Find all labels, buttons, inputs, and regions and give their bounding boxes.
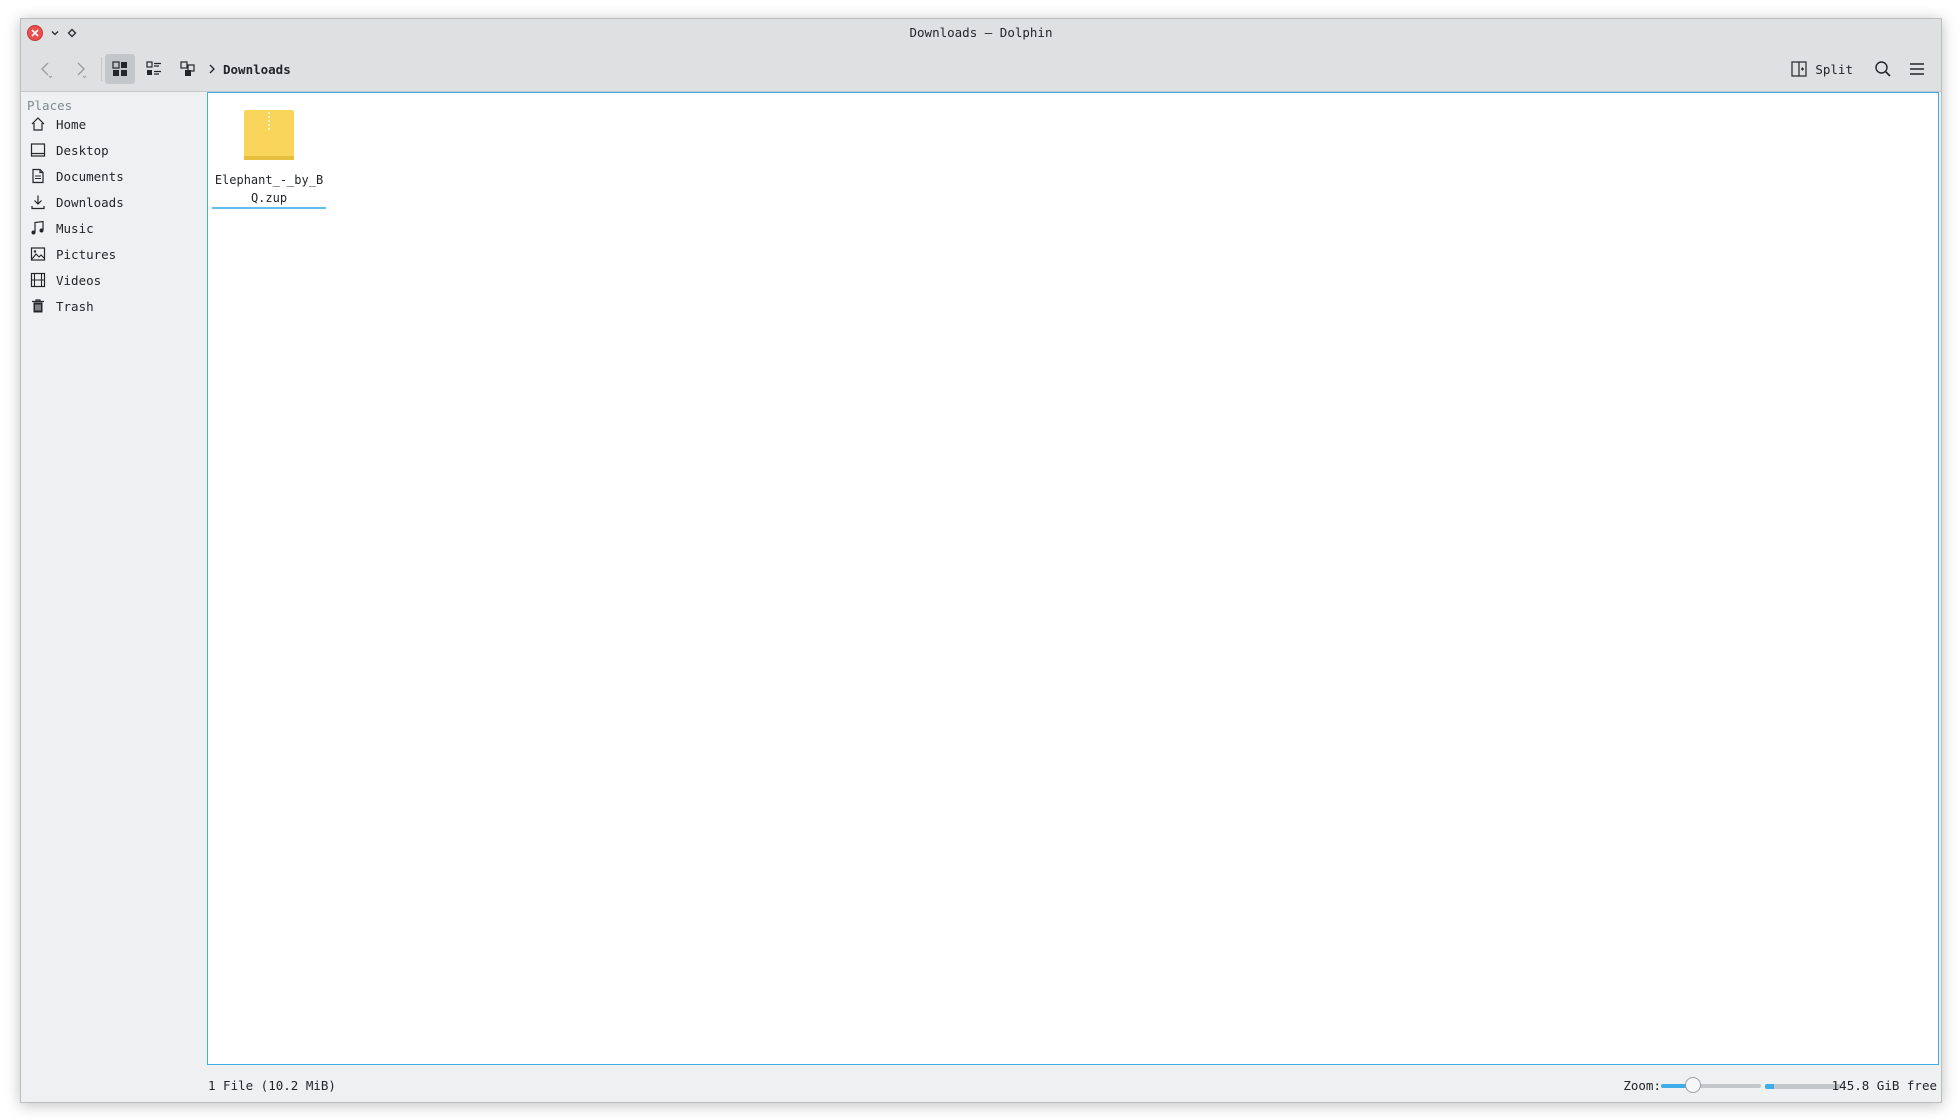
- sidebar-item-label: Pictures: [56, 246, 117, 262]
- back-button[interactable]: [31, 54, 61, 84]
- sidebar-item-documents[interactable]: Documents: [21, 164, 206, 188]
- sidebar-item-label: Documents: [56, 168, 124, 184]
- chevron-right-icon: [209, 64, 215, 74]
- search-icon: [1875, 61, 1891, 77]
- compact-view-button[interactable]: [139, 54, 169, 84]
- focus-underline: [212, 207, 326, 209]
- places-panel: Places Home Desktop Documents Downloads …: [21, 92, 206, 1069]
- toolbar: Downloads Split: [21, 47, 1941, 92]
- home-icon: [29, 115, 47, 133]
- details-view-button[interactable]: [173, 54, 203, 84]
- sidebar-item-trash[interactable]: Trash: [21, 294, 206, 318]
- split-view-icon: [1791, 61, 1807, 77]
- zoom-label: Zoom:: [1623, 1078, 1661, 1093]
- breadcrumb[interactable]: Downloads: [207, 54, 291, 84]
- archive-icon: [244, 110, 294, 160]
- icons-view-button[interactable]: [105, 54, 135, 84]
- sidebar-item-pictures[interactable]: Pictures: [21, 242, 206, 266]
- sidebar-item-label: Home: [56, 116, 87, 132]
- window-title: Downloads — Dolphin: [909, 25, 1053, 40]
- sidebar-item-desktop[interactable]: Desktop: [21, 138, 206, 162]
- used-space-fill: [1765, 1084, 1775, 1089]
- sidebar-item-music[interactable]: Music: [21, 216, 206, 240]
- sidebar-item-label: Downloads: [56, 194, 124, 210]
- places-heading: Places: [27, 98, 73, 113]
- sidebar-item-label: Music: [56, 220, 94, 236]
- details-view-icon: [180, 61, 195, 76]
- documents-icon: [29, 167, 47, 185]
- zoom-slider[interactable]: [1661, 1077, 1761, 1095]
- status-summary: 1 File (10.2 MiB): [208, 1078, 336, 1093]
- free-space-bar: [1765, 1084, 1841, 1089]
- file-view[interactable]: Elephant_-_by_BQ.zup: [207, 92, 1939, 1065]
- split-button[interactable]: Split: [1785, 54, 1859, 84]
- sidebar-item-downloads[interactable]: Downloads: [21, 190, 206, 214]
- dolphin-window: Downloads — Dolphin Downloads Split Plac…: [20, 18, 1942, 1103]
- icons-view-icon: [112, 61, 127, 76]
- compact-view-icon: [146, 61, 161, 75]
- back-arrow-icon: [41, 62, 53, 78]
- toolbar-separator: [101, 57, 102, 81]
- music-icon: [29, 219, 47, 237]
- search-button[interactable]: [1868, 54, 1898, 84]
- sidebar-item-label: Desktop: [56, 142, 109, 158]
- hamburger-menu-icon: [1910, 63, 1924, 75]
- trash-icon: [29, 297, 47, 315]
- forward-button[interactable]: [65, 54, 95, 84]
- title-bar: Downloads — Dolphin: [21, 19, 1941, 47]
- sidebar-item-label: Trash: [56, 298, 94, 314]
- desktop-icon: [29, 141, 47, 159]
- forward-arrow-icon: [77, 62, 87, 78]
- sidebar-item-home[interactable]: Home: [21, 112, 206, 136]
- free-space-label: 145.8 GiB free: [1831, 1078, 1937, 1093]
- sidebar-item-label: Videos: [56, 272, 102, 288]
- downloads-icon: [29, 193, 47, 211]
- zoom-slider-handle[interactable]: [1684, 1077, 1701, 1093]
- file-name: Elephant_-_by_BQ.zup: [214, 173, 324, 205]
- split-label: Split: [1815, 61, 1853, 77]
- status-bar: 1 File (10.2 MiB) Zoom: 145.8 GiB free: [206, 1069, 1941, 1102]
- hamburger-menu-button[interactable]: [1902, 54, 1932, 84]
- sidebar-item-videos[interactable]: Videos: [21, 268, 206, 292]
- videos-icon: [29, 271, 47, 289]
- pictures-icon: [29, 245, 47, 263]
- breadcrumb-current[interactable]: Downloads: [223, 62, 291, 77]
- file-item[interactable]: Elephant_-_by_BQ.zup: [212, 109, 326, 209]
